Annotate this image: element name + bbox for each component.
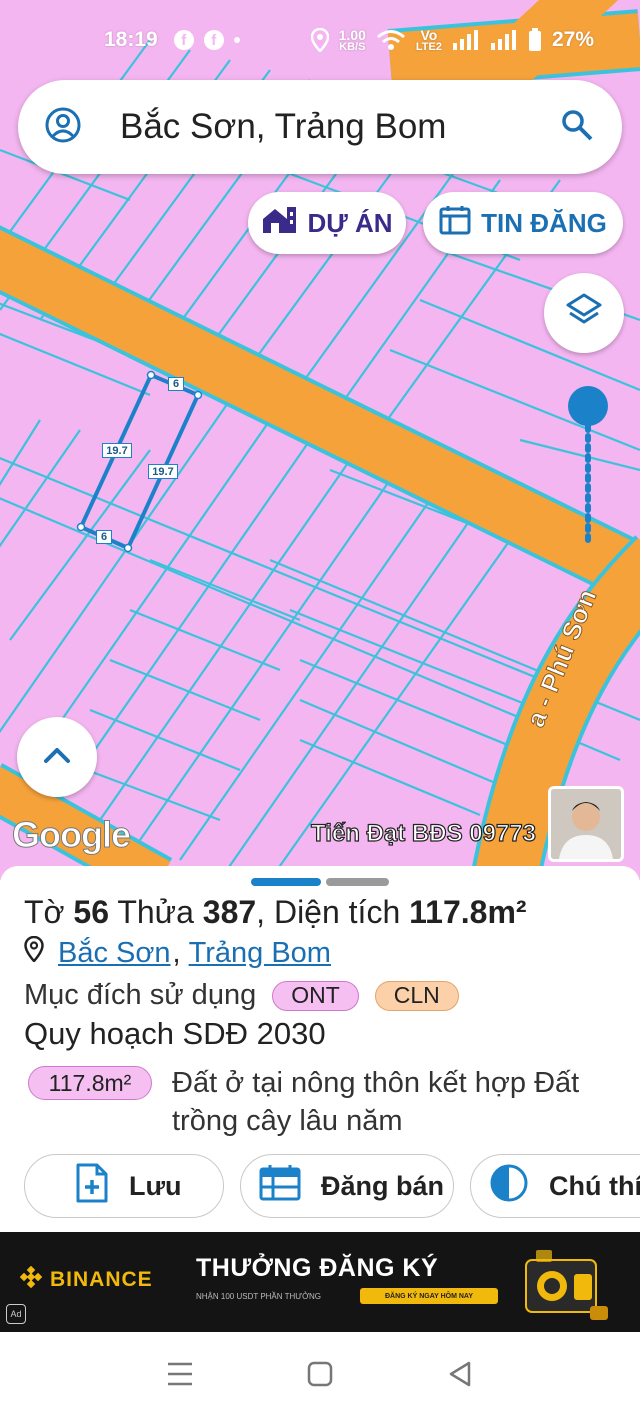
location-icon (310, 28, 329, 52)
add-file-icon (75, 1163, 109, 1210)
parcel-dim-top: 6 (168, 377, 184, 391)
listing-icon (439, 205, 471, 242)
signal-icon (490, 29, 518, 51)
google-logo: Google (12, 814, 132, 856)
district-link[interactable]: Trảng Bom (189, 937, 331, 970)
recent-apps-button[interactable] (160, 1357, 200, 1397)
binance-logo-icon (19, 1265, 43, 1294)
facebook-icon: f (173, 30, 194, 50)
net-speed-unit: KB/S (339, 40, 366, 53)
net-speed: 1.00 KB/S (338, 26, 366, 53)
parcel-dim-right: 19.7 (148, 464, 178, 479)
volte-top: Vo (420, 26, 438, 43)
back-button[interactable] (440, 1357, 480, 1397)
legend-label: Chú thí (549, 1170, 640, 1201)
layers-button[interactable] (544, 273, 624, 353)
parcel-number: 387 (202, 894, 257, 930)
tin-dang-button[interactable]: TIN ĐĂNG (423, 192, 623, 254)
ad-banner[interactable]: BINANCE THƯỞNG ĐĂNG KÝ NHẬN 100 USDT PHẦ… (0, 1232, 640, 1332)
ad-brand: BINANCE (19, 1265, 153, 1294)
post-sale-label: Đăng bán (321, 1170, 445, 1201)
sheet-tab-indicator[interactable] (326, 878, 389, 886)
ad-brand-name: BINANCE (50, 1268, 153, 1291)
du-an-label: DỰ ÁN (307, 207, 393, 238)
plan-area-chip: 117.8m² (28, 1066, 152, 1100)
status-bar: 18:19 f f 1.00 KB/S Vo LTE2 27% (0, 0, 640, 80)
post-sale-button[interactable]: Đăng bán (240, 1154, 454, 1218)
contrast-icon (489, 1163, 529, 1210)
battery-percent: 27% (551, 28, 594, 51)
avatar (548, 786, 624, 862)
parcel-title: Tờ 56 Thửa 387, Diện tích 117.8m² (24, 894, 527, 931)
ad-cta-button[interactable]: ĐĂNG KÝ NGAY HÔM NAY (360, 1288, 498, 1304)
ad-subtitle: NHẬN 100 USDT PHẦN THƯỞNG (196, 1292, 321, 1301)
plan-description: Đất ở tại nông thôn kết hợp Đất trồng câ… (172, 1067, 580, 1137)
parcel-dim-bottom: 6 (96, 530, 112, 544)
home-square-icon (307, 1361, 333, 1392)
parcel-info-sheet[interactable]: Tờ 56 Thửa 387, Diện tích 117.8m² Bắc Sơ… (0, 866, 640, 1232)
wifi-icon (376, 29, 406, 51)
home-button[interactable] (300, 1357, 340, 1397)
legend-button[interactable]: Chú thí (470, 1154, 640, 1218)
volte-bottom: LTE2 (415, 40, 442, 53)
building-icon (261, 205, 297, 242)
search-icon[interactable] (560, 108, 594, 147)
save-label: Lưu (129, 1170, 182, 1201)
watermark-text: Tiến Đạt BĐS 09773 (310, 819, 536, 847)
ad-illustration (516, 1246, 610, 1322)
account-icon[interactable] (44, 106, 82, 149)
land-use-purpose: Mục đích sử dụng ONT CLN (24, 979, 459, 1012)
parcel-location: Bắc Sơn, Trảng Bom (24, 935, 331, 970)
ad-badge: Ad (6, 1304, 26, 1324)
search-bar[interactable]: Bắc Sơn, Trảng Bom (18, 80, 622, 174)
calendar-list-icon (259, 1164, 301, 1208)
purpose-label: Mục đích sử dụng (24, 979, 257, 1011)
save-button[interactable]: Lưu (24, 1154, 224, 1218)
tin-dang-label: TIN ĐĂNG (481, 207, 607, 238)
du-an-button[interactable]: DỰ ÁN (248, 192, 406, 254)
volte-indicator: Vo LTE2 (415, 26, 442, 53)
signal-icon (452, 29, 480, 51)
title-thua-label: Thửa (109, 894, 203, 930)
back-triangle-icon (447, 1360, 473, 1393)
title-area-label: , Diện tích (256, 894, 410, 930)
facebook-icon: f (203, 30, 224, 50)
dot-icon (233, 37, 240, 43)
purpose-chip-ont[interactable]: ONT (272, 980, 359, 1011)
system-nav-bar (0, 1332, 640, 1421)
menu-lines-icon (166, 1361, 194, 1392)
layers-icon (564, 291, 604, 336)
expand-up-button[interactable] (17, 717, 97, 797)
sheet-tab-indicator-active[interactable] (251, 878, 321, 886)
search-input[interactable]: Bắc Sơn, Trảng Bom (120, 107, 560, 147)
map-view[interactable]: 6 19.7 19.7 6 a - Phú Sơn 18:19 f f 1.00… (0, 0, 640, 880)
commune-link[interactable]: Bắc Sơn (58, 937, 171, 970)
plan-heading: Quy hoạch SDĐ 2030 (24, 1016, 326, 1051)
sheet-number: 56 (73, 894, 110, 930)
location-separator: , (172, 936, 181, 969)
parcel-area: 117.8m² (409, 894, 527, 930)
title-to-label: Tờ (24, 894, 74, 930)
location-pin-icon (24, 935, 44, 970)
chevron-up-icon (43, 745, 71, 770)
status-time: 18:19 (104, 28, 158, 51)
parcel-dim-left: 19.7 (102, 443, 132, 458)
opacity-slider[interactable] (566, 386, 610, 556)
net-speed-value: 1.00 (338, 26, 366, 43)
ad-title: THƯỞNG ĐĂNG KÝ (196, 1254, 439, 1282)
battery-icon (528, 28, 542, 52)
purpose-chip-cln[interactable]: CLN (374, 980, 459, 1011)
